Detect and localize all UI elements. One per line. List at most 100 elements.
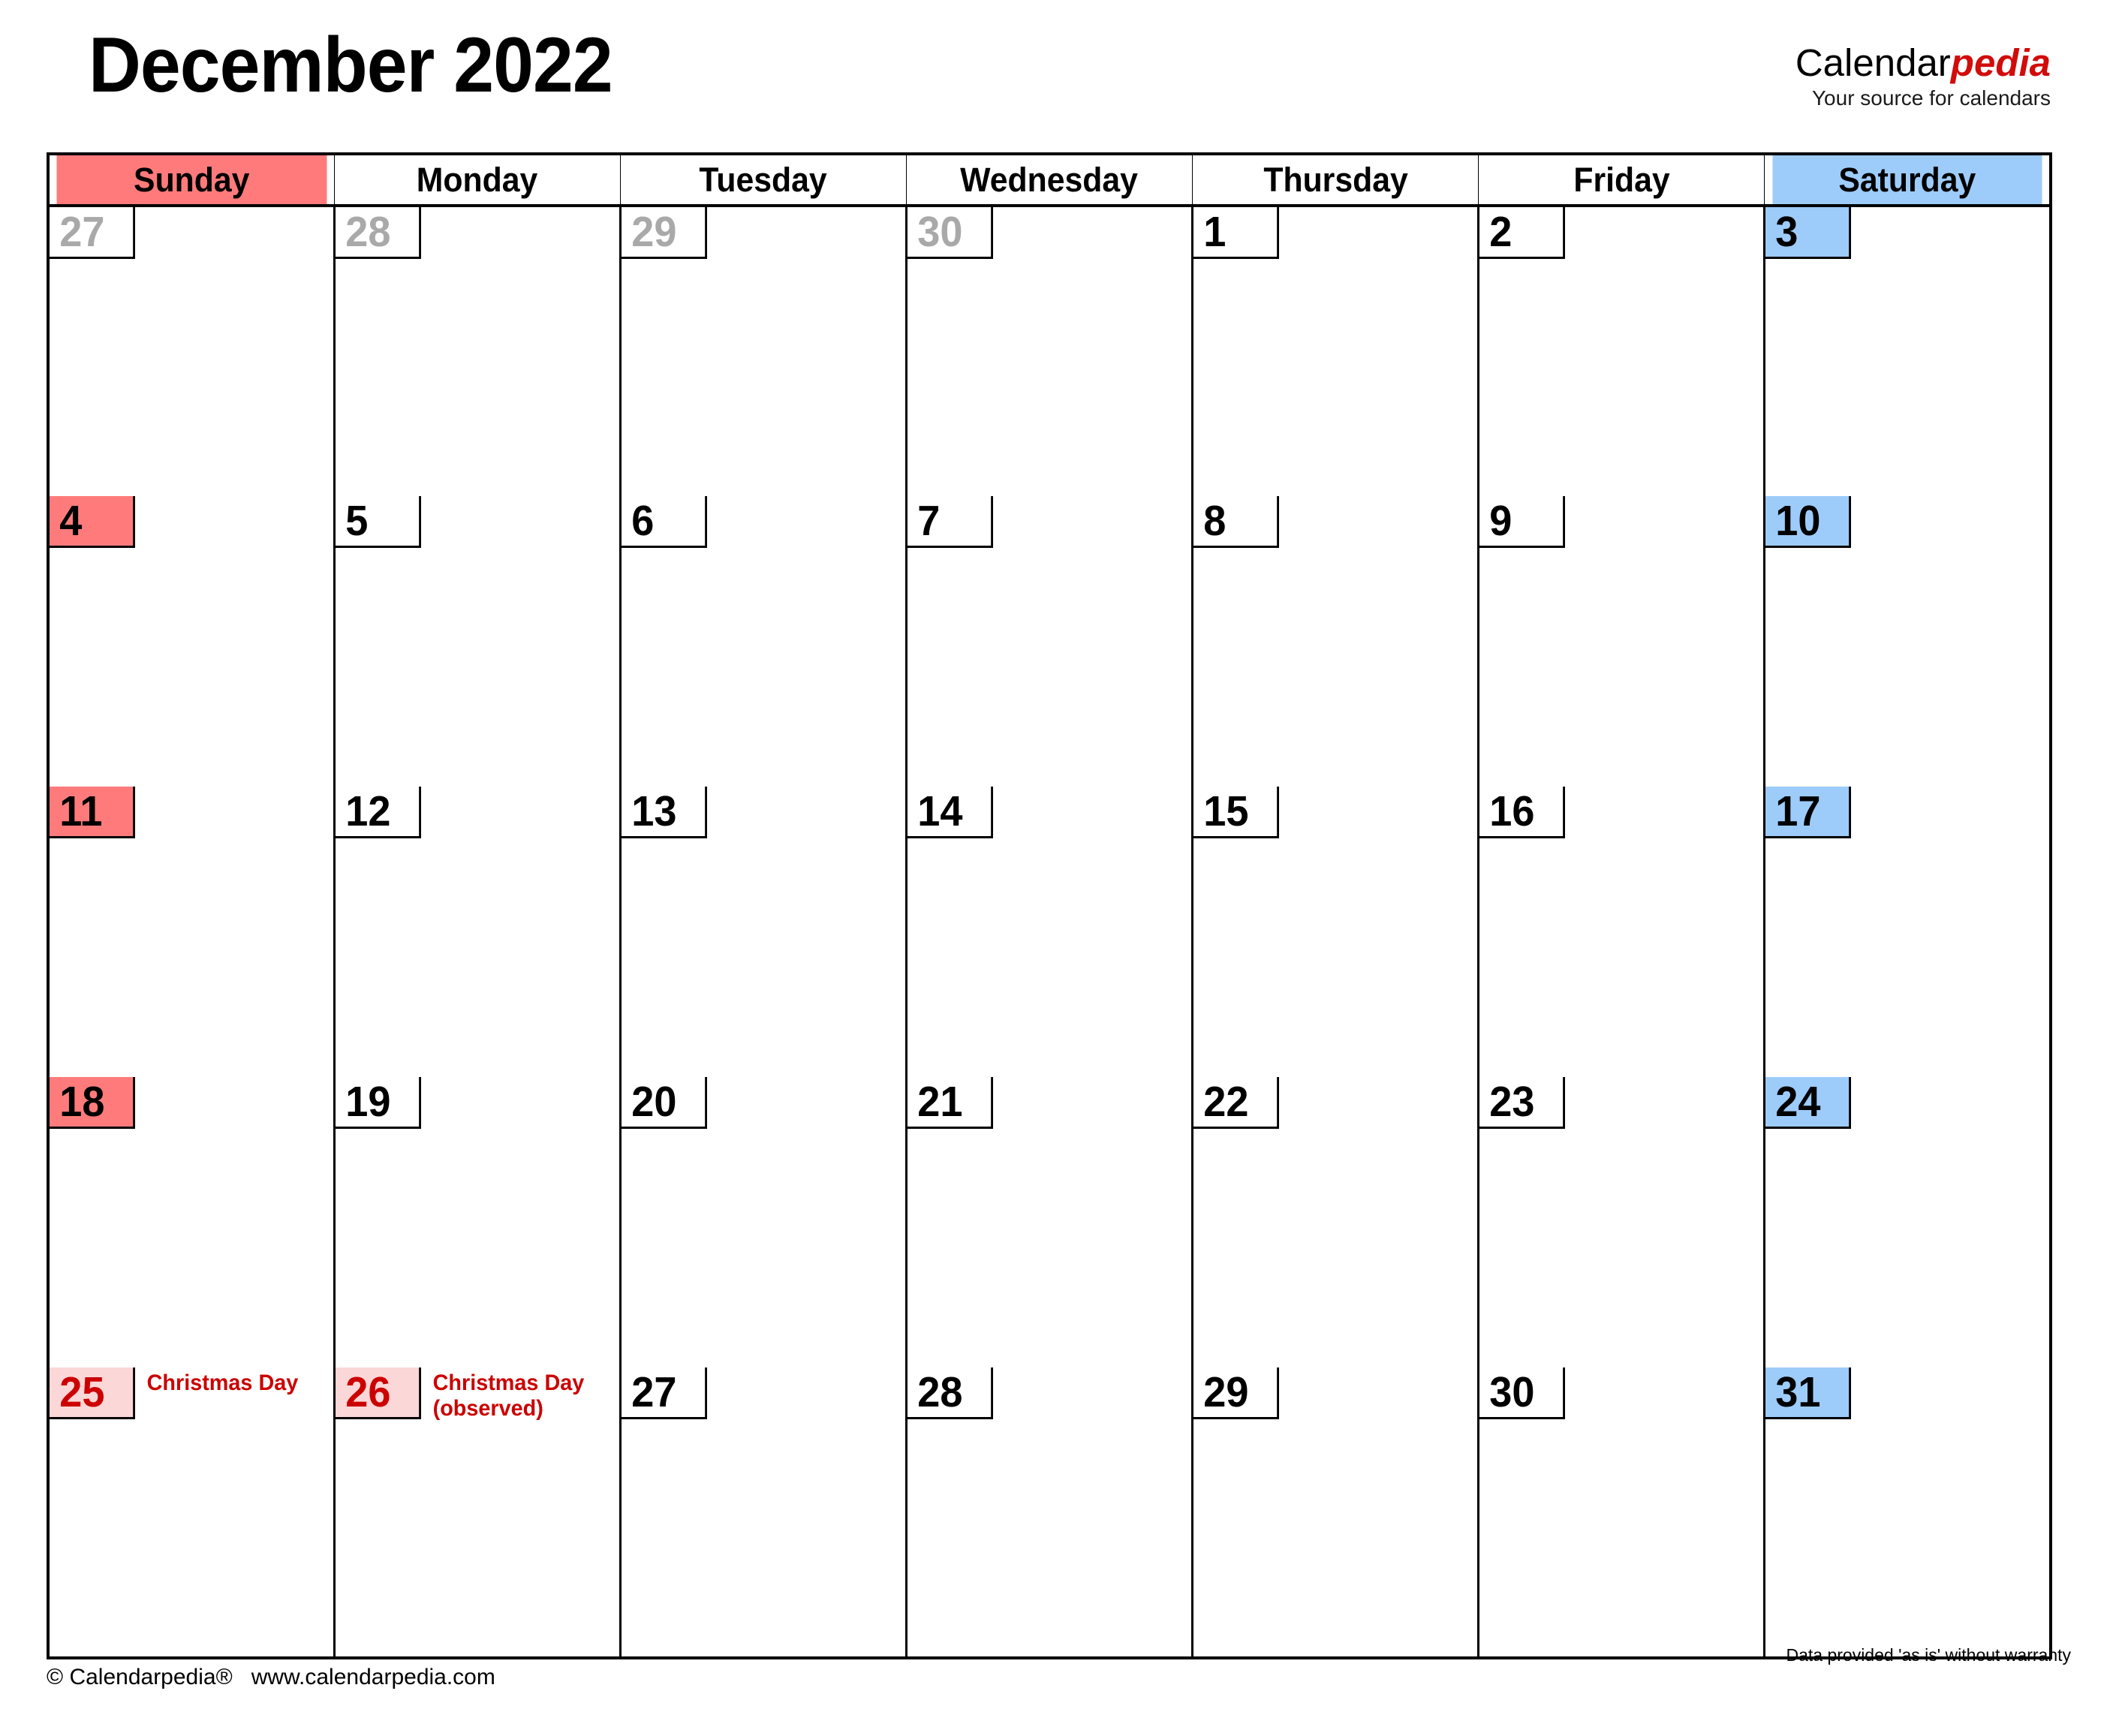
day-number[interactable]: 8 — [1193, 496, 1279, 548]
day-cell-content: 28 — [335, 207, 619, 259]
weekday-header-monday: Monday — [341, 152, 614, 207]
day-number[interactable]: 11 — [50, 787, 135, 838]
day-cell[interactable]: 18 — [46, 1077, 336, 1367]
day-number[interactable]: 30 — [907, 207, 993, 259]
day-number[interactable]: 25 — [50, 1367, 135, 1419]
day-cell[interactable]: 8 — [1190, 496, 1480, 787]
day-cell-content: 5 — [335, 496, 619, 548]
day-cell[interactable]: 24 — [1763, 1077, 2052, 1367]
day-number[interactable]: 28 — [907, 1367, 993, 1419]
day-cell-content: 4 — [50, 496, 333, 548]
day-cell[interactable]: 4 — [46, 496, 336, 787]
day-cell-content: 27 — [50, 207, 333, 259]
day-cell-content: 18 — [50, 1077, 333, 1129]
weekday-header-thursday: Thursday — [1199, 152, 1472, 207]
day-cell[interactable]: 17 — [1763, 787, 2052, 1077]
day-cell[interactable]: 27 — [619, 1367, 907, 1659]
day-number[interactable]: 23 — [1479, 1077, 1566, 1129]
day-cell-content: 10 — [1765, 496, 2049, 548]
day-cell[interactable]: 27 — [46, 206, 336, 496]
month-weeks: 27 28 29 30 1 2 3 4 5 6 7 8 9 10 11 12 13 14 15 16 17 18 19 20 2… — [46, 206, 2052, 1659]
day-cell-content: 26 Christmas Day (observed) — [335, 1367, 619, 1421]
day-cell[interactable]: 29 — [1190, 1367, 1480, 1659]
day-number[interactable]: 4 — [50, 496, 135, 548]
day-number[interactable]: 20 — [621, 1077, 707, 1129]
day-cell-content: 7 — [907, 496, 1191, 548]
day-cell[interactable]: 20 — [619, 1077, 907, 1367]
day-number[interactable]: 13 — [621, 787, 707, 838]
day-cell-content: 3 — [1765, 207, 2049, 259]
day-cell[interactable]: 12 — [333, 787, 622, 1077]
day-cell[interactable]: 14 — [904, 787, 1194, 1077]
day-cell-content: 25 Christmas Day — [50, 1367, 333, 1419]
day-cell-content: 28 — [907, 1367, 1191, 1419]
day-number[interactable]: 27 — [621, 1367, 707, 1419]
day-number[interactable]: 30 — [1479, 1367, 1566, 1419]
day-cell[interactable]: 11 — [46, 787, 336, 1077]
day-number[interactable]: 29 — [1193, 1367, 1279, 1419]
day-cell[interactable]: 3 — [1763, 206, 2052, 496]
day-number[interactable]: 2 — [1479, 207, 1566, 259]
day-cell[interactable]: 25 Christmas Day — [46, 1367, 336, 1659]
day-number[interactable]: 15 — [1193, 787, 1279, 838]
day-number[interactable]: 12 — [335, 787, 421, 838]
day-cell-content: 30 — [907, 207, 1191, 259]
day-number[interactable]: 5 — [335, 496, 421, 548]
day-cell[interactable]: 30 — [1477, 1367, 1766, 1659]
day-cell-content: 23 — [1479, 1077, 1763, 1129]
brand-wordmark: Calendarpedia — [1795, 44, 2051, 82]
day-cell[interactable]: 6 — [619, 496, 907, 787]
day-cell[interactable]: 28 — [333, 206, 622, 496]
day-number[interactable]: 26 — [335, 1367, 421, 1419]
footer-copyright[interactable]: © Calendarpedia® www.calendarpedia.com — [47, 1665, 495, 1690]
day-number[interactable]: 9 — [1479, 496, 1566, 548]
day-cell[interactable]: 29 — [619, 206, 907, 496]
day-number[interactable]: 31 — [1765, 1367, 1852, 1419]
day-cell[interactable]: 2 — [1477, 206, 1766, 496]
day-cell[interactable]: 19 — [333, 1077, 622, 1367]
brand-name-accent: pedia — [1950, 41, 2051, 84]
day-cell-content: 11 — [50, 787, 333, 838]
day-cell[interactable]: 13 — [619, 787, 907, 1077]
day-cell[interactable]: 1 — [1190, 206, 1480, 496]
day-cell-content: 8 — [1193, 496, 1477, 548]
day-number[interactable]: 28 — [335, 207, 421, 259]
day-cell[interactable]: 30 — [904, 206, 1194, 496]
day-number[interactable]: 24 — [1765, 1077, 1852, 1129]
day-number[interactable]: 10 — [1765, 496, 1852, 548]
day-cell-content: 13 — [621, 787, 905, 838]
day-cell[interactable]: 26 Christmas Day (observed) — [333, 1367, 622, 1659]
day-number[interactable]: 29 — [621, 207, 707, 259]
day-cell[interactable]: 31 — [1763, 1367, 2052, 1659]
day-number[interactable]: 21 — [907, 1077, 993, 1129]
calendarpedia-logo[interactable]: Calendarpedia Your source for calendars — [1795, 44, 2051, 109]
day-number[interactable]: 27 — [50, 207, 135, 259]
page-title: December 2022 — [89, 22, 613, 109]
day-cell[interactable]: 22 — [1190, 1077, 1480, 1367]
day-cell[interactable]: 10 — [1763, 496, 2052, 787]
day-number[interactable]: 1 — [1193, 207, 1279, 259]
day-cell[interactable]: 21 — [904, 1077, 1194, 1367]
day-number[interactable]: 7 — [907, 496, 993, 548]
day-number[interactable]: 18 — [50, 1077, 135, 1129]
day-number[interactable]: 19 — [335, 1077, 421, 1129]
day-number[interactable]: 16 — [1479, 787, 1566, 838]
day-cell-content: 22 — [1193, 1077, 1477, 1129]
day-cell[interactable]: 15 — [1190, 787, 1480, 1077]
day-cell[interactable]: 9 — [1477, 496, 1766, 787]
day-cell[interactable]: 16 — [1477, 787, 1766, 1077]
day-cell-content: 16 — [1479, 787, 1763, 838]
day-number[interactable]: 6 — [621, 496, 707, 548]
day-cell-content: 6 — [621, 496, 905, 548]
day-cell-content: 14 — [907, 787, 1191, 838]
day-number[interactable]: 22 — [1193, 1077, 1279, 1129]
day-number[interactable]: 17 — [1765, 787, 1852, 838]
day-cell[interactable]: 5 — [333, 496, 622, 787]
day-cell[interactable]: 7 — [904, 496, 1194, 787]
day-cell[interactable]: 23 — [1477, 1077, 1766, 1367]
day-number[interactable]: 14 — [907, 787, 993, 838]
day-cell[interactable]: 28 — [904, 1367, 1194, 1659]
day-number[interactable]: 3 — [1765, 207, 1852, 259]
week-row: 27 28 29 30 1 2 3 — [46, 206, 2052, 496]
calendar-page: December 2022 Calendarpedia Your source … — [0, 0, 2122, 1736]
